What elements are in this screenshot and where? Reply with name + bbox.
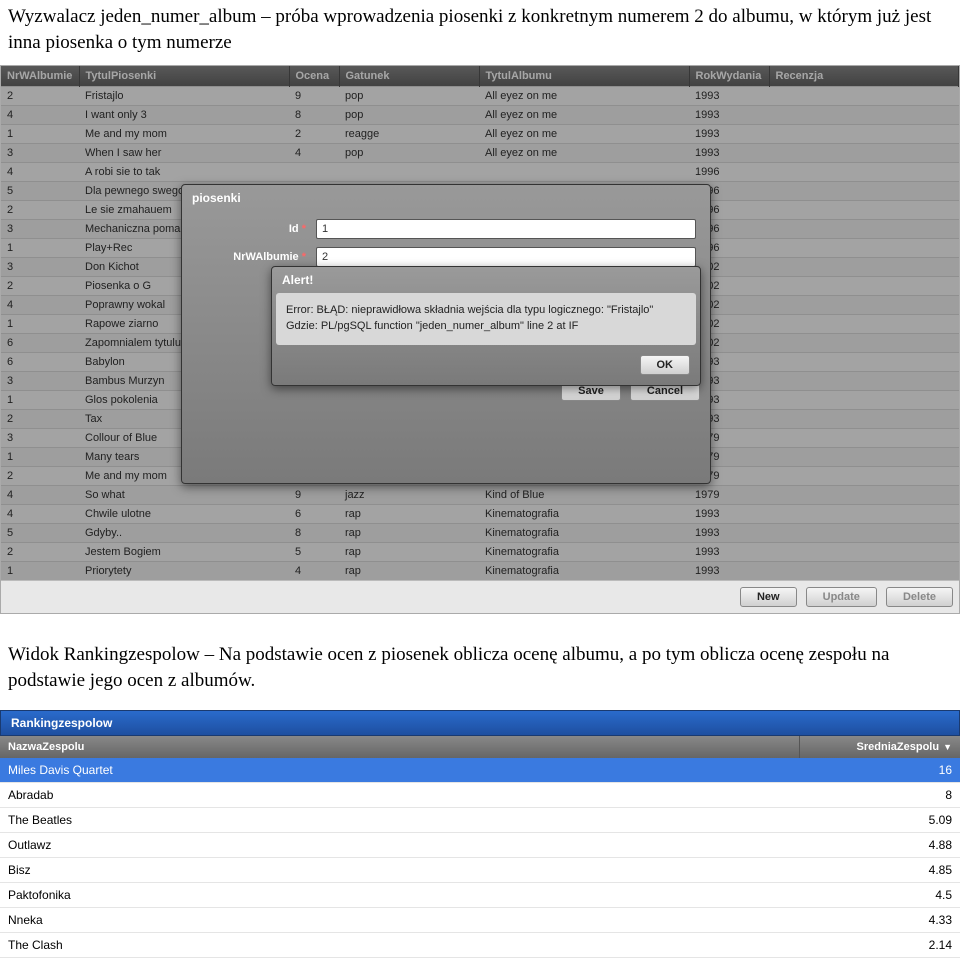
ranking-name: Paktofonika — [0, 883, 800, 907]
ranking-score: 2.14 — [800, 933, 960, 957]
ok-button[interactable]: OK — [640, 355, 691, 375]
ranking-section: Rankingzespolow NazwaZespolu SredniaZesp… — [0, 710, 960, 958]
ranking-name: Outlawz — [0, 833, 800, 857]
ranking-row[interactable]: Paktofonika4.5 — [0, 883, 960, 908]
ranking-name: Abradab — [0, 783, 800, 807]
ranking-score: 4.85 — [800, 858, 960, 882]
modal-title: piosenki — [182, 185, 710, 211]
heading-1: Wyzwalacz jeden_numer_album – próba wpro… — [0, 0, 960, 65]
ranking-name: Nneka — [0, 908, 800, 932]
ranking-score: 16 — [800, 758, 960, 782]
update-button[interactable]: Update — [806, 587, 877, 607]
ranking-name: Miles Davis Quartet — [0, 758, 800, 782]
songs-table-area: NrWAlbumieTytulPiosenkiOcenaGatunekTytul… — [0, 65, 960, 614]
ranking-row[interactable]: Miles Davis Quartet16 — [0, 758, 960, 783]
ranking-row[interactable]: Outlawz4.88 — [0, 833, 960, 858]
ranking-row[interactable]: The Beatles5.09 — [0, 808, 960, 833]
alert-title: Alert! — [272, 267, 700, 293]
ranking-header: Rankingzespolow — [0, 710, 960, 736]
form-label-nr: NrWAlbumie * — [196, 251, 316, 263]
modal-alert: Alert! Error: BŁĄD: nieprawidłowa składn… — [271, 266, 701, 386]
heading-2: Widok Rankingzespolow – Na podstawie oce… — [0, 638, 960, 703]
sort-desc-icon: ▼ — [943, 742, 952, 752]
ranking-score: 4.33 — [800, 908, 960, 932]
form-label-id: Id * — [196, 223, 316, 235]
id-input[interactable] — [316, 219, 696, 239]
ranking-row[interactable]: Nneka4.33 — [0, 908, 960, 933]
delete-button[interactable]: Delete — [886, 587, 953, 607]
nrwalbumie-input[interactable] — [316, 247, 696, 267]
ranking-score: 4.88 — [800, 833, 960, 857]
ranking-col-name[interactable]: NazwaZespolu — [0, 736, 800, 758]
ranking-name: The Clash — [0, 933, 800, 957]
ranking-name: The Beatles — [0, 808, 800, 832]
ranking-score: 8 — [800, 783, 960, 807]
ranking-row[interactable]: Abradab8 — [0, 783, 960, 808]
alert-body: Error: BŁĄD: nieprawidłowa składnia wejś… — [276, 293, 696, 345]
new-button[interactable]: New — [740, 587, 797, 607]
ranking-row[interactable]: Bisz4.85 — [0, 858, 960, 883]
ranking-col-score[interactable]: SredniaZespolu▼ — [800, 736, 960, 758]
action-bar: New Update Delete — [1, 580, 959, 613]
ranking-name: Bisz — [0, 858, 800, 882]
ranking-row[interactable]: The Clash2.14 — [0, 933, 960, 958]
ranking-score: 4.5 — [800, 883, 960, 907]
ranking-score: 5.09 — [800, 808, 960, 832]
